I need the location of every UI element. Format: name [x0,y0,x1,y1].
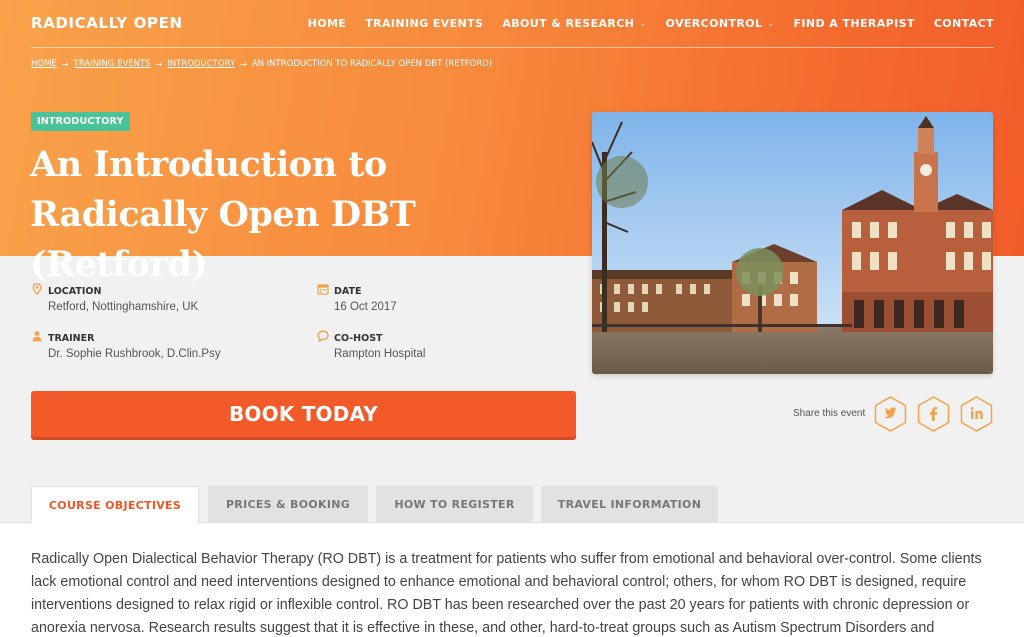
chevron-down-icon: ⌄ [767,19,775,28]
nav-label: OVERCONTROL [665,17,763,30]
breadcrumb-home[interactable]: HOME [31,59,57,69]
chat-bubble-icon [317,330,329,342]
chevron-down-icon: ⌄ [639,19,647,28]
nav-label: FIND A THERAPIST [793,17,915,30]
map-pin-icon [32,283,42,295]
cohost-value: Rampton Hospital [334,348,426,360]
user-icon [32,331,42,342]
event-photo [592,112,993,374]
tab-panel: Radically Open Dialectical Behavior Ther… [0,522,1024,637]
nav-divider [31,47,994,48]
tab-travel-information[interactable]: TRAVEL INFORMATION [541,486,718,522]
location-value: Retford, Nottinghamshire, UK [48,301,199,313]
twitter-share-button[interactable] [874,396,907,432]
nav-contact[interactable]: CONTACT [934,17,994,30]
nav-label: CONTACT [933,17,994,30]
date-label: DATE [334,286,362,297]
twitter-icon [874,396,907,432]
breadcrumb-introductory[interactable]: INTRODUCTORY [167,59,235,69]
facebook-share-button[interactable] [917,396,950,432]
breadcrumb-current: AN INTRODUCTION TO RADICALLY OPEN DBT (R… [251,59,493,69]
trainer-value: Dr. Sophie Rushbrook, D.Clin.Psy [48,348,221,360]
category-badge[interactable]: INTRODUCTORY [31,112,130,131]
nav-about-research[interactable]: ABOUT & RESEARCH ⌄ [502,17,646,30]
breadcrumb-training-events[interactable]: TRAINING EVENTS [74,59,151,69]
location-label: LOCATION [48,286,102,297]
site-logo[interactable]: RADICALLY OPEN [31,14,183,32]
tab-prices-booking[interactable]: PRICES & BOOKING [208,486,368,522]
nav-home[interactable]: HOME [308,17,347,30]
nav-label: HOME [307,17,347,30]
linkedin-icon [960,396,993,432]
nav-label: ABOUT & RESEARCH [502,17,635,30]
share-label: Share this event [793,408,866,419]
nav-training-events[interactable]: TRAINING EVENTS [365,17,483,30]
cohost-label: CO-HOST [334,333,383,344]
arrow-right-icon: → [155,59,163,69]
calendar-icon [317,284,329,295]
page-title: An Introduction to Radically Open DBT (R… [30,144,416,285]
tab-how-to-register[interactable]: HOW TO REGISTER [376,486,533,522]
arrow-right-icon: → [61,59,69,69]
breadcrumb: HOME → TRAINING EVENTS → INTRODUCTORY → … [31,59,492,69]
nav-label: TRAINING EVENTS [365,17,484,30]
book-today-button[interactable]: BOOK TODAY [31,391,576,437]
date-value: 16 Oct 2017 [334,301,397,313]
linkedin-share-button[interactable] [960,396,993,432]
facebook-icon [917,396,950,432]
nav-overcontrol[interactable]: OVERCONTROL ⌄ [665,17,774,30]
course-objectives-text: Radically Open Dialectical Behavior Ther… [31,551,982,636]
main-nav: HOME TRAINING EVENTS ABOUT & RESEARCH ⌄ O… [308,17,994,30]
tab-course-objectives[interactable]: COURSE OBJECTIVES [31,486,199,523]
nav-find-therapist[interactable]: FIND A THERAPIST [794,17,915,30]
arrow-right-icon: → [240,59,247,69]
trainer-label: TRAINER [48,333,95,344]
